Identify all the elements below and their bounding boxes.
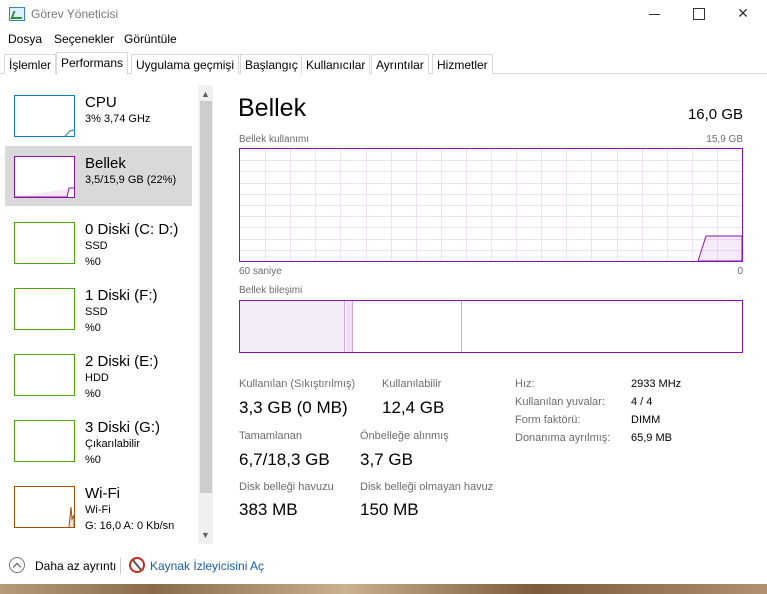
- disk-thumbnail-graph: [14, 420, 75, 462]
- tab-bar: İşlemler Performans Uygulama geçmişi Baş…: [0, 52, 767, 75]
- sidebar-item-type: Wi-Fi: [85, 504, 111, 516]
- nonpaged-pool-value: 150 MB: [360, 500, 419, 519]
- composition-standby: [354, 301, 462, 352]
- paged-pool-value: 383 MB: [239, 500, 298, 519]
- disk-thumbnail-graph: [14, 354, 75, 396]
- sidebar-item-detail: %0: [85, 454, 101, 466]
- tab-app-history[interactable]: Uygulama geçmişi: [131, 54, 240, 74]
- desktop-background-strip: [0, 584, 767, 594]
- form-factor-label: Form faktörü:: [515, 414, 581, 426]
- minimize-button[interactable]: [632, 0, 678, 28]
- speed-value: 2933 MHz: [631, 378, 682, 390]
- scroll-up-icon[interactable]: ▲: [198, 87, 213, 101]
- composition-modified: [346, 301, 353, 352]
- speed-label: Hız:: [515, 378, 535, 390]
- sidebar-item-type: SSD: [85, 240, 108, 252]
- usage-graph-label: Bellek kullanımı: [239, 134, 310, 145]
- slots-value: 4 / 4: [631, 396, 653, 408]
- in-use-value: 3,3 GB (0 MB): [239, 398, 348, 417]
- tab-users[interactable]: Kullanıcılar: [301, 54, 371, 74]
- sidebar-item-detail: %0: [85, 256, 101, 268]
- usage-graph-max: 15,9 GB: [706, 134, 743, 145]
- composition-label: Bellek bileşimi: [239, 285, 303, 296]
- slots-label: Kullanılan yuvalar:: [515, 396, 605, 408]
- cpu-thumbnail-graph: [14, 95, 75, 137]
- title-bar: Görev Yöneticisi ✕: [0, 0, 767, 28]
- nonpaged-pool-label: Disk belleği olmayan havuz: [360, 481, 494, 493]
- sidebar-scrollbar[interactable]: ▲ ▼: [198, 85, 213, 544]
- paged-pool-label: Disk belleği havuzu: [239, 481, 334, 493]
- memory-composition-bar: [239, 300, 743, 353]
- sidebar-item-disk-0[interactable]: 0 Diski (C: D:) SSD %0: [5, 212, 192, 272]
- disk-thumbnail-graph: [14, 222, 75, 264]
- sidebar-item-title: 0 Diski (C: D:): [85, 221, 179, 238]
- page-title: Bellek: [238, 94, 307, 122]
- resource-list: CPU 3% 3,74 GHz Bellek 3,5/15,9 GB (22%)…: [5, 85, 213, 544]
- sidebar-item-title: Wi-Fi: [85, 485, 120, 502]
- tab-details[interactable]: Ayrıntılar: [371, 54, 429, 74]
- cached-value: 3,7 GB: [360, 450, 413, 469]
- available-value: 12,4 GB: [382, 398, 445, 417]
- sidebar-item-cpu[interactable]: CPU 3% 3,74 GHz: [5, 85, 192, 145]
- memory-usage-chart: [240, 149, 743, 262]
- sidebar-item-type: HDD: [85, 372, 109, 384]
- memory-usage-graph: [239, 148, 743, 262]
- scroll-down-icon[interactable]: ▼: [198, 528, 213, 542]
- tab-startup[interactable]: Başlangıç: [240, 54, 303, 74]
- wifi-thumbnail-graph: [14, 486, 75, 528]
- menu-bar: Dosya Seçenekler Görüntüle: [0, 30, 767, 48]
- available-label: Kullanılabilir: [382, 378, 442, 390]
- tab-processes[interactable]: İşlemler: [4, 54, 57, 74]
- menu-view[interactable]: Görüntüle: [124, 32, 177, 46]
- memory-thumbnail-graph: [14, 156, 75, 198]
- sidebar-item-title: CPU: [85, 94, 117, 111]
- maximize-button[interactable]: [676, 0, 722, 28]
- sidebar-item-detail: 3% 3,74 GHz: [85, 113, 151, 125]
- fewer-details-button[interactable]: Daha az ayrıntı: [35, 559, 116, 573]
- scroll-thumb[interactable]: [200, 101, 212, 493]
- committed-label: Tamamlanan: [239, 430, 302, 442]
- sidebar-item-memory[interactable]: Bellek 3,5/15,9 GB (22%): [5, 146, 192, 206]
- tab-services[interactable]: Hizmetler: [432, 54, 493, 74]
- disk-thumbnail-graph: [14, 288, 75, 330]
- form-factor-value: DIMM: [631, 414, 661, 426]
- sidebar-item-disk-2[interactable]: 2 Diski (E:) HDD %0: [5, 344, 192, 404]
- sidebar-item-type: Çıkarılabilir: [85, 438, 141, 450]
- in-use-label: Kullanılan (Sıkıştırılmış): [239, 378, 356, 390]
- hardware-reserved-label: Donanıma ayrılmış:: [515, 432, 611, 444]
- sidebar-item-detail: %0: [85, 322, 101, 334]
- open-resource-monitor-link[interactable]: Kaynak İzleyicisini Aç: [150, 559, 264, 573]
- footer-bar: Daha az ayrıntı Kaynak İzleyicisini Aç: [0, 551, 767, 581]
- chevron-up-icon[interactable]: [9, 557, 25, 573]
- sidebar-item-title: 3 Diski (G:): [85, 419, 160, 436]
- composition-in-use: [240, 301, 345, 352]
- sidebar-item-title: Bellek: [85, 155, 126, 172]
- menu-options[interactable]: Seçenekler: [54, 32, 114, 46]
- sidebar-item-disk-1[interactable]: 1 Diski (F:) SSD %0: [5, 278, 192, 338]
- hardware-reserved-value: 65,9 MB: [631, 432, 672, 444]
- memory-total: 16,0 GB: [687, 106, 743, 123]
- sidebar-item-detail: G: 16,0 A: 0 Kb/sn: [85, 520, 175, 532]
- sidebar-item-title: 2 Diski (E:): [85, 353, 159, 370]
- footer-separator: [120, 558, 121, 574]
- cached-label: Önbelleğe alınmış: [360, 430, 449, 442]
- sidebar-item-wifi[interactable]: Wi-Fi Wi-Fi G: 16,0 A: 0 Kb/sn: [5, 476, 192, 536]
- usage-trace: [697, 235, 743, 262]
- sidebar-item-type: SSD: [85, 306, 108, 318]
- sidebar-item-detail: %0: [85, 388, 101, 400]
- committed-value: 6,7/18,3 GB: [239, 450, 330, 469]
- resource-monitor-icon: [129, 557, 145, 573]
- graph-time-left: 60 saniye: [239, 266, 282, 277]
- sidebar-item-title: 1 Diski (F:): [85, 287, 158, 304]
- sidebar-item-detail: 3,5/15,9 GB (22%): [85, 174, 177, 186]
- menu-file[interactable]: Dosya: [8, 32, 42, 46]
- tab-performance[interactable]: Performans: [56, 52, 129, 75]
- sidebar-item-disk-3[interactable]: 3 Diski (G:) Çıkarılabilir %0: [5, 410, 192, 470]
- graph-time-right: 0: [737, 266, 743, 277]
- window-title: Görev Yöneticisi: [31, 7, 119, 21]
- task-manager-icon: [9, 7, 25, 21]
- composition-free: [463, 301, 742, 352]
- close-button[interactable]: ✕: [720, 0, 766, 28]
